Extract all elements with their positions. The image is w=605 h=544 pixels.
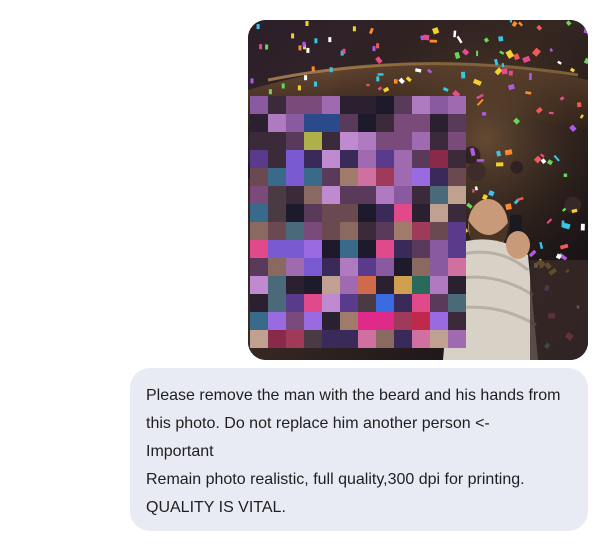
photo-image xyxy=(248,20,588,360)
message-line: this photo. Do not replace him another p… xyxy=(146,415,490,432)
message-line: Important xyxy=(146,443,214,460)
chat-view: Please remove the man with the beard and… xyxy=(0,0,605,544)
message-line: Remain photo realistic, full quality,300… xyxy=(146,471,525,488)
message-line: Please remove the man with the beard and… xyxy=(146,387,561,404)
user-message-bubble: Please remove the man with the beard and… xyxy=(130,368,588,531)
pixelated-censor-block xyxy=(250,96,466,348)
sent-photo[interactable] xyxy=(248,20,588,360)
message-line: QUALITY IS VITAL. xyxy=(146,499,286,516)
